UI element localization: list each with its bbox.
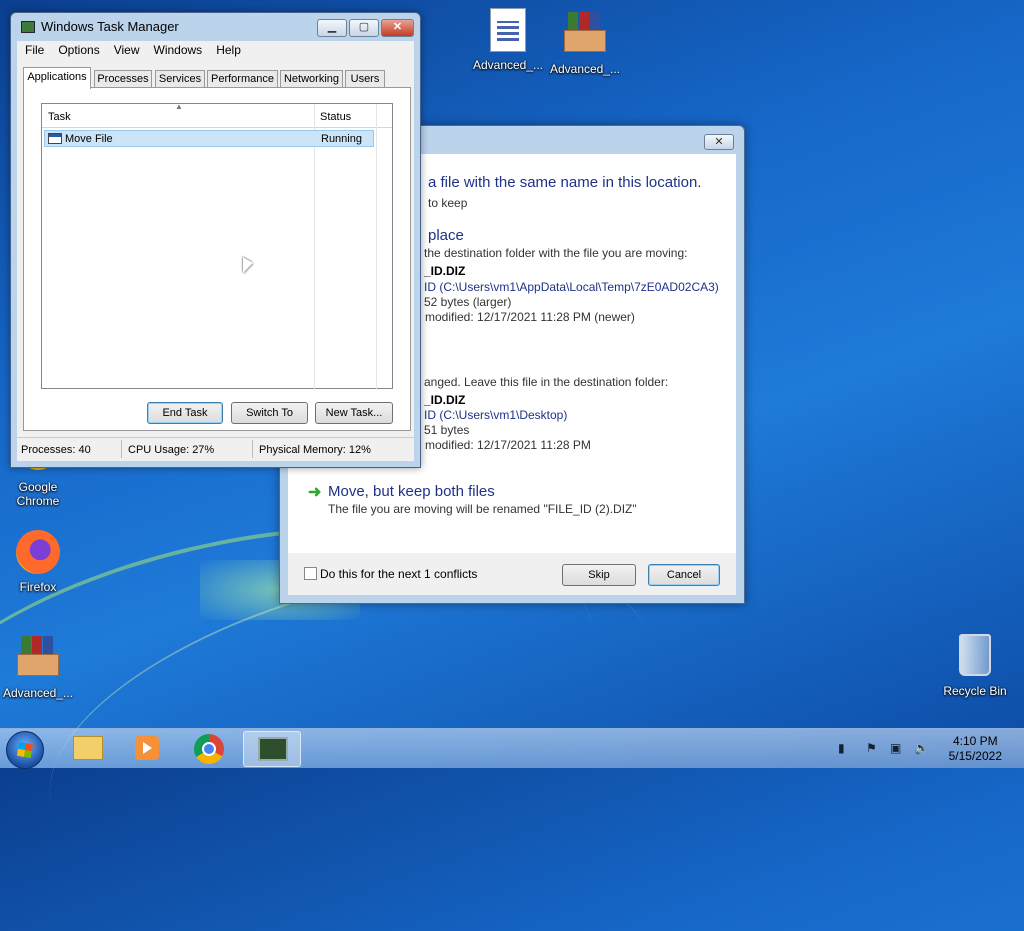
task-row[interactable]: Move File Running xyxy=(44,130,374,147)
menu-windows[interactable]: Windows xyxy=(146,41,209,57)
task-status: Running xyxy=(321,133,362,145)
applications-panel: ▲ Task Status Move File Running End Task… xyxy=(23,87,411,431)
task-list-header: ▲ Task Status xyxy=(42,102,392,390)
desktop-icon-label: Advanced_... xyxy=(549,62,621,76)
tab-users[interactable]: Users xyxy=(345,70,385,88)
archive-icon xyxy=(14,636,62,684)
minimize-button[interactable]: ▁ xyxy=(317,19,347,37)
status-memory: Physical Memory: 12% xyxy=(259,444,371,456)
status-divider xyxy=(121,440,122,458)
task-list[interactable]: ▲ Task Status Move File Running xyxy=(41,102,393,390)
desktop-icon-advanced-3[interactable]: Advanced_... xyxy=(0,630,76,700)
apply-all-checkbox[interactable] xyxy=(304,567,317,580)
column-status[interactable]: Status xyxy=(320,111,351,123)
archive-icon xyxy=(561,12,609,60)
replace-title: place xyxy=(428,227,464,244)
desktop-icon-label: Recycle Bin xyxy=(943,684,1007,698)
clock[interactable]: 4:10 PM 5/15/2022 xyxy=(949,734,1002,764)
cancel-button[interactable]: Cancel xyxy=(648,564,720,586)
sort-arrow-icon: ▲ xyxy=(175,102,183,111)
end-task-button[interactable]: End Task xyxy=(147,402,223,424)
status-divider xyxy=(252,440,253,458)
switch-to-button[interactable]: Switch To xyxy=(231,402,308,424)
menu-bar: File Options View Windows Help xyxy=(17,41,414,61)
dont-move-file-size: 51 bytes xyxy=(424,423,470,437)
network-icon[interactable]: ▣ xyxy=(890,741,901,755)
taskbar-chrome[interactable] xyxy=(180,731,238,767)
window-icon xyxy=(48,133,62,144)
column-task[interactable]: Task xyxy=(48,111,71,123)
menu-help[interactable]: Help xyxy=(208,41,247,57)
green-arrow-icon: ➜ xyxy=(308,484,322,501)
menu-file[interactable]: File xyxy=(17,41,50,57)
desktop-icon-label: Firefox xyxy=(19,580,57,594)
status-processes: Processes: 40 xyxy=(21,444,91,456)
desktop-icon-recycle-bin[interactable]: Recycle Bin xyxy=(937,630,1013,698)
keep-both-title: Move, but keep both files xyxy=(328,483,495,500)
firefox-icon xyxy=(14,530,62,578)
task-manager-icon xyxy=(258,737,288,761)
volume-icon[interactable]: 🔈 xyxy=(914,741,929,755)
task-manager-window: Windows Task Manager ▁ ▢ ✕ File Options Vi… xyxy=(10,12,421,468)
document-icon xyxy=(484,8,532,56)
recycle-bin-icon xyxy=(951,634,999,682)
media-player-icon xyxy=(135,736,159,760)
tab-applications[interactable]: Applications xyxy=(23,67,91,89)
taskbar-media-player[interactable] xyxy=(118,731,176,767)
maximize-button[interactable]: ▢ xyxy=(349,19,379,37)
conflict-heading: a file with the same name in this locati… xyxy=(428,174,702,191)
clock-time: 4:10 PM xyxy=(952,734,998,748)
start-button[interactable] xyxy=(6,731,44,769)
chrome-icon xyxy=(194,734,224,764)
task-manager-tray-icon[interactable]: ▮ xyxy=(838,741,845,755)
tab-services[interactable]: Services xyxy=(155,70,205,88)
desktop-icon-advanced-2[interactable]: Advanced_... xyxy=(547,6,623,76)
conflict-subheading: to keep xyxy=(428,196,468,210)
taskbar-task-manager[interactable] xyxy=(243,731,301,767)
replace-file-name: _ID.DIZ xyxy=(424,264,466,278)
apply-all-label: Do this for the next 1 conflicts xyxy=(320,567,478,581)
desktop-icon-firefox[interactable]: Firefox xyxy=(0,528,76,594)
desktop-icon-label: Advanced_... xyxy=(472,58,544,72)
keep-both-desc: The file you are moving will be renamed … xyxy=(328,502,637,516)
tab-processes[interactable]: Processes xyxy=(94,70,152,88)
replace-file-path: ID (C:\Users\vm1\AppData\Local\Temp\7zE0… xyxy=(424,280,719,294)
menu-options[interactable]: Options xyxy=(50,41,105,57)
taskbar: ▮ ⚑ ▣ 🔈 4:10 PM 5/15/2022 xyxy=(0,728,1024,769)
desktop-icon-label: Google Chrome xyxy=(16,480,60,508)
dont-move-desc: anged. Leave this file in the destinatio… xyxy=(424,375,669,389)
clock-date: 5/15/2022 xyxy=(948,749,1002,763)
tab-performance[interactable]: Performance xyxy=(207,70,278,88)
folder-icon xyxy=(73,736,103,760)
dialog-footer: Do this for the next 1 conflicts Skip Ca… xyxy=(288,553,736,595)
replace-desc: the destination folder with the file you… xyxy=(424,246,688,260)
dialog-close-button[interactable]: ✕ xyxy=(704,134,734,150)
task-manager-icon xyxy=(21,21,35,33)
column-divider xyxy=(376,104,377,390)
skip-button[interactable]: Skip xyxy=(562,564,636,586)
window-title: Windows Task Manager xyxy=(41,19,179,34)
status-cpu: CPU Usage: 27% xyxy=(128,444,215,456)
close-button[interactable]: ✕ xyxy=(381,19,414,37)
task-manager-body: Applications Processes Services Performa… xyxy=(17,61,414,461)
replace-file-size: 52 bytes (larger) xyxy=(424,295,512,309)
dont-move-file-name: _ID.DIZ xyxy=(424,393,466,407)
tab-networking[interactable]: Networking xyxy=(280,70,343,88)
task-name: Move File xyxy=(65,133,113,145)
dont-move-file-modified: modified: 12/17/2021 11:28 PM xyxy=(425,438,591,452)
desktop-icon-label: Advanced_... xyxy=(2,686,74,700)
menu-view[interactable]: View xyxy=(106,41,146,57)
status-bar: Processes: 40 CPU Usage: 27% Physical Me… xyxy=(17,437,414,461)
replace-file-modified: modified: 12/17/2021 11:28 PM (newer) xyxy=(425,310,635,324)
taskbar-explorer[interactable] xyxy=(58,731,116,767)
desktop-icon-advanced-1[interactable]: Advanced_... xyxy=(470,6,546,72)
new-task-button[interactable]: New Task... xyxy=(315,402,393,424)
dont-move-file-path: ID (C:\Users\vm1\Desktop) xyxy=(424,408,568,422)
action-center-flag-icon[interactable]: ⚑ xyxy=(866,741,877,755)
